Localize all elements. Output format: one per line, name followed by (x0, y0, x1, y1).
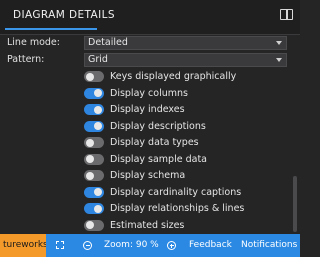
pattern-label: Pattern: (7, 54, 45, 65)
toggle-row-display-schema[interactable]: Display schema (84, 169, 284, 183)
toggle-row-display-descriptions[interactable]: Display descriptions (84, 120, 284, 134)
line-mode-value: Detailed (88, 37, 128, 48)
toggle-row-display-relationships-lines[interactable]: Display relationships & lines (84, 202, 284, 216)
toggle-switch[interactable] (84, 153, 104, 165)
toggle-label: Keys displayed graphically (110, 71, 237, 82)
pattern-select[interactable]: Grid (84, 53, 287, 67)
toggle-knob (94, 122, 102, 130)
toggle-label: Display schema (110, 170, 186, 181)
project-name[interactable]: tureworks- (0, 234, 46, 257)
toggle-knob (86, 72, 94, 81)
zoom-out-icon[interactable] (83, 241, 92, 250)
toggle-row-estimated-sizes[interactable]: Estimated sizes (84, 219, 284, 233)
line-mode-select[interactable]: Detailed (84, 36, 287, 50)
panel-title: DIAGRAM DETAILS (13, 9, 115, 21)
toggle-switch[interactable] (84, 203, 104, 214)
toggle-knob (86, 138, 94, 147)
toggle-label: Display indexes (110, 104, 185, 115)
zoom-in-icon[interactable] (167, 241, 176, 250)
toggle-label: Display sample data (110, 153, 207, 165)
fit-to-screen-icon[interactable] (56, 241, 64, 249)
toggle-knob (86, 171, 94, 180)
toggle-switch[interactable] (84, 120, 104, 132)
toggle-label: Display data types (110, 137, 199, 148)
pattern-value: Grid (88, 54, 108, 65)
toggle-knob (94, 188, 102, 196)
toggle-row-display-columns[interactable]: Display columns (84, 87, 284, 101)
toggle-row-display-cardinality-captions[interactable]: Display cardinality captions (84, 186, 284, 200)
status-bar: tureworks- Zoom: 90 % Feedback Notificat… (0, 234, 300, 257)
toggle-label: Display relationships & lines (110, 203, 245, 214)
zoom-level: Zoom: 90 % (104, 240, 159, 250)
toggle-knob (86, 221, 94, 229)
panel-header: DIAGRAM DETAILS (0, 0, 300, 35)
title-underline (5, 28, 97, 30)
toggle-row-display-sample-data[interactable]: Display sample data (84, 153, 284, 167)
toggle-label: Estimated sizes (110, 219, 185, 231)
toggle-row-display-data-types[interactable]: Display data types (84, 136, 284, 150)
toggle-switch[interactable] (84, 104, 104, 115)
toggle-knob (94, 89, 102, 97)
chevron-down-icon (276, 41, 282, 45)
scrollbar-thumb[interactable] (293, 176, 297, 232)
scrollbar[interactable] (292, 36, 297, 232)
feedback-link[interactable]: Feedback (189, 234, 232, 257)
toggle-label: Display columns (110, 87, 188, 99)
line-mode-label: Line mode: (7, 37, 60, 48)
toggle-knob (94, 204, 102, 213)
chevron-down-icon (276, 58, 282, 62)
toggle-switch[interactable] (84, 219, 104, 231)
toggle-knob (94, 105, 102, 114)
toggle-label: Display descriptions (110, 120, 206, 132)
toggle-label: Display cardinality captions (110, 186, 242, 198)
toggle-row-display-indexes[interactable]: Display indexes (84, 103, 284, 117)
panel-toggle-icon[interactable] (280, 9, 293, 20)
toggle-switch[interactable] (84, 137, 104, 148)
toggle-switch[interactable] (84, 186, 104, 198)
notifications-link[interactable]: Notifications (241, 234, 297, 257)
toggle-row-keys-displayed-graphically[interactable]: Keys displayed graphically (84, 70, 284, 84)
toggle-switch[interactable] (84, 71, 104, 82)
toggle-switch[interactable] (84, 170, 104, 181)
toggle-switch[interactable] (84, 87, 104, 99)
toggle-knob (86, 155, 94, 163)
